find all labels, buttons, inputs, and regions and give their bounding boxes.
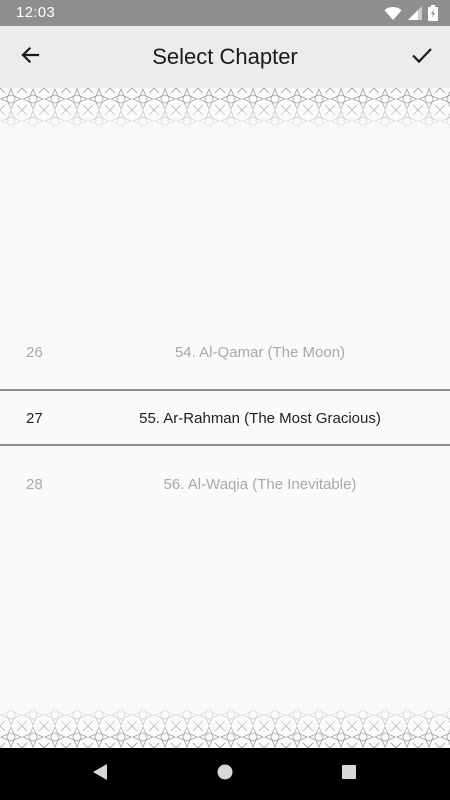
status-bar: 12:03 (0, 0, 450, 26)
battery-icon (428, 5, 438, 21)
selection-divider-bottom (0, 444, 450, 446)
app-bar: Select Chapter (0, 26, 450, 88)
check-icon (411, 46, 433, 69)
nav-recents-icon (341, 764, 357, 785)
nav-recents-button[interactable] (337, 762, 361, 786)
row-label: 56. Al-Waqia (The Inevitable) (163, 476, 357, 493)
row-label: 55. Ar-Rahman (The Most Gracious) (139, 410, 381, 427)
confirm-button[interactable] (404, 39, 440, 75)
nav-back-icon (91, 762, 109, 787)
row-index: 28 (26, 476, 43, 493)
decorative-pattern-bottom (0, 704, 450, 748)
wifi-icon (384, 6, 402, 21)
nav-home-icon (216, 763, 234, 786)
navigation-bar (0, 748, 450, 800)
decorative-pattern-top (0, 88, 450, 132)
nav-back-button[interactable] (88, 762, 112, 786)
status-icons (384, 5, 438, 21)
selection-divider-top (0, 389, 450, 391)
picker-row-next[interactable]: 28 56. Al-Waqia (The Inevitable) (0, 458, 450, 512)
picker-row-previous[interactable]: 26 54. Al-Qamar (The Moon) (0, 326, 450, 380)
cell-signal-icon (408, 6, 422, 20)
status-time: 12:03 (16, 4, 56, 21)
row-index: 27 (26, 410, 43, 427)
row-index: 26 (26, 344, 43, 361)
nav-home-button[interactable] (213, 762, 237, 786)
picker-row-selected[interactable]: 27 55. Ar-Rahman (The Most Gracious) (0, 392, 450, 446)
page-title: Select Chapter (152, 44, 298, 69)
chapter-picker[interactable]: 26 54. Al-Qamar (The Moon) 27 55. Ar-Rah… (0, 132, 450, 704)
row-label: 54. Al-Qamar (The Moon) (174, 344, 346, 361)
screen: 12:03 Select Chapter 26 54. Al-Qamar (Th… (0, 0, 450, 800)
